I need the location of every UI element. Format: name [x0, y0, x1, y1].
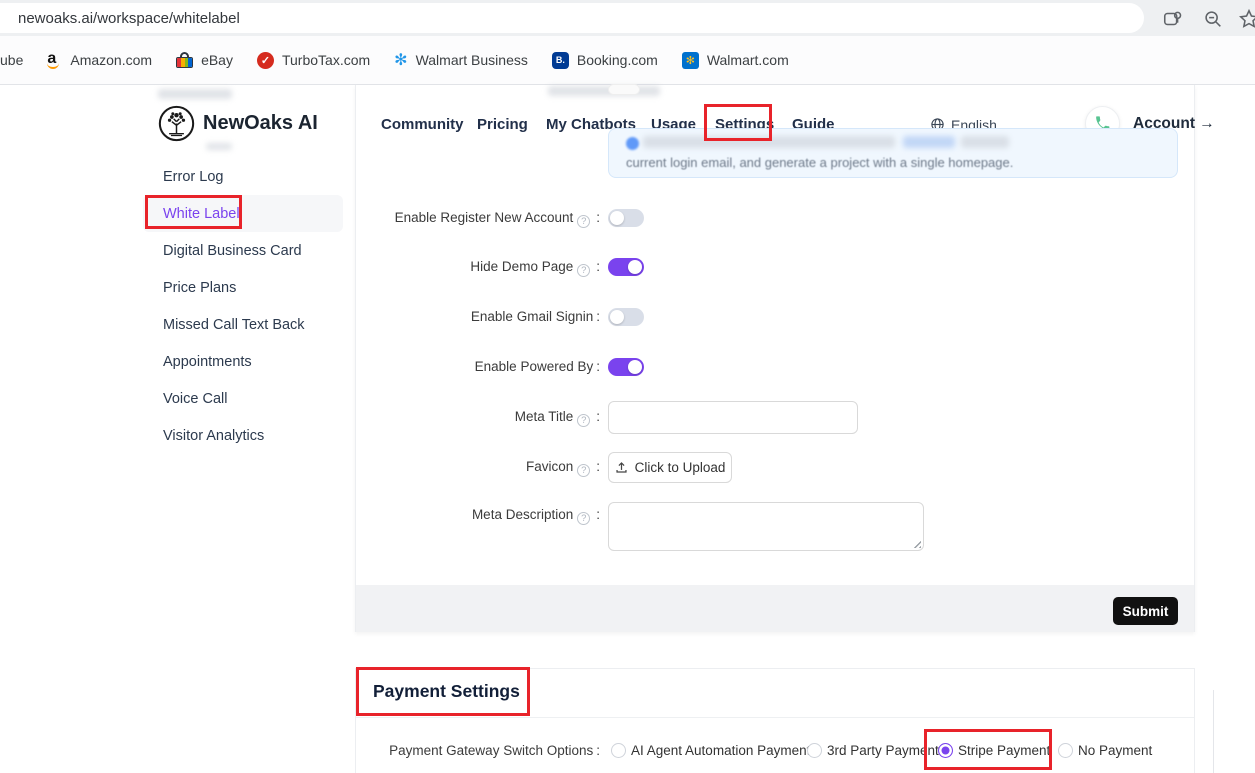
- redacted-text: [548, 86, 660, 96]
- help-icon[interactable]: [577, 215, 590, 228]
- sidebar-item-label: Visitor Analytics: [163, 428, 264, 444]
- info-icon: [626, 137, 639, 150]
- info-alert: current login email, and generate a proj…: [608, 128, 1178, 178]
- radio-label-no-payment[interactable]: No Payment: [1078, 743, 1152, 758]
- sidebar-item-label: Error Log: [163, 169, 223, 185]
- annotation-box-settings: [704, 104, 772, 141]
- tab-pricing[interactable]: Pricing: [477, 116, 528, 133]
- sidebar-item-error-log[interactable]: Error Log: [143, 158, 343, 195]
- bookmark-label: Amazon.com: [70, 52, 152, 68]
- submit-button[interactable]: Submit: [1113, 597, 1178, 625]
- radio-ai-agent-automation-payment[interactable]: [611, 743, 626, 758]
- divider: [356, 717, 1194, 718]
- bookmark-youtube-partial[interactable]: ube: [0, 52, 23, 68]
- radio-no-payment[interactable]: [1058, 743, 1073, 758]
- turbotax-icon: [257, 52, 274, 69]
- label-favicon: Favicon:: [260, 459, 600, 477]
- label-payment-gateway-options: Payment Gateway Switch Options:: [320, 743, 600, 758]
- meta-title-input[interactable]: [608, 401, 858, 434]
- label-enable-powered-by: Enable Powered By:: [260, 359, 600, 374]
- bookmark-label: eBay: [201, 52, 233, 68]
- bookmark-label: ube: [0, 52, 23, 68]
- bookmark-walmart-business[interactable]: ✻ Walmart Business: [394, 52, 528, 69]
- zoom-out-icon[interactable]: [1202, 8, 1224, 30]
- sidebar-item-label: Appointments: [163, 354, 252, 370]
- favorite-star-icon[interactable]: [1238, 8, 1255, 30]
- annotation-box-stripe-payment: [924, 729, 1052, 770]
- upload-icon: [615, 461, 628, 474]
- address-bar[interactable]: newoaks.ai/workspace/whitelabel: [0, 3, 1144, 33]
- ebay-icon: [176, 52, 193, 68]
- redacted-link: [903, 136, 955, 148]
- bookmark-ebay[interactable]: eBay: [176, 52, 233, 68]
- label-meta-description: Meta Description:: [260, 507, 600, 525]
- bookmark-label: Walmart Business: [416, 52, 528, 68]
- favicon-upload-button[interactable]: Click to Upload: [608, 452, 732, 483]
- newoaks-logo: [158, 105, 195, 142]
- bookmark-booking[interactable]: B. Booking.com: [552, 52, 658, 69]
- bookmark-label: Booking.com: [577, 52, 658, 68]
- label-hide-demo-page: Hide Demo Page:: [260, 259, 600, 277]
- url-text: newoaks.ai/workspace/whitelabel: [18, 10, 240, 27]
- sidebar-item-label: Digital Business Card: [163, 243, 302, 259]
- sidebar-item-label: Voice Call: [163, 391, 227, 407]
- booking-icon: B.: [552, 52, 569, 69]
- label-enable-gmail-signin: Enable Gmail Signin:: [260, 309, 600, 324]
- bookmark-label: Walmart.com: [707, 52, 789, 68]
- bookmark-amazon[interactable]: a Amazon.com: [47, 51, 152, 69]
- help-icon[interactable]: [577, 464, 590, 477]
- annotation-box-white-label: [145, 195, 242, 229]
- walmart-icon: ✻: [682, 52, 699, 69]
- scroll-track: [1213, 690, 1214, 773]
- radio-label-ai-agent-automation-payment[interactable]: AI Agent Automation Payment: [631, 743, 810, 758]
- help-icon[interactable]: [577, 512, 590, 525]
- address-bar-row: newoaks.ai/workspace/whitelabel: [0, 0, 1255, 36]
- help-icon[interactable]: [577, 264, 590, 277]
- toggle-enable-register-new-account[interactable]: [608, 209, 644, 227]
- radio-label-3rd-party-payment[interactable]: 3rd Party Payment: [827, 743, 939, 758]
- resize-handle[interactable]: [911, 538, 921, 548]
- toggle-enable-gmail-signin[interactable]: [608, 308, 644, 326]
- tab-community[interactable]: Community: [381, 116, 464, 133]
- bookmark-turbotax[interactable]: TurboTax.com: [257, 52, 370, 69]
- radio-3rd-party-payment[interactable]: [807, 743, 822, 758]
- brand-title: NewOaks AI: [203, 112, 318, 135]
- alert-text: current login email, and generate a proj…: [626, 155, 1013, 170]
- browser-window: newoaks.ai/workspace/whitelabel ube a Am…: [0, 0, 1255, 773]
- meta-description-textarea[interactable]: [608, 502, 924, 551]
- label-meta-title: Meta Title:: [260, 409, 600, 427]
- cut-off-toggle: [608, 84, 640, 95]
- walmart-spark-icon: ✻: [394, 52, 407, 69]
- redacted-text: [158, 89, 232, 99]
- toggle-enable-powered-by[interactable]: [608, 358, 644, 376]
- redacted-text: [206, 143, 232, 150]
- toggle-hide-demo-page[interactable]: [608, 258, 644, 276]
- bookmarks-bar: ube a Amazon.com eBay TurboTax.com ✻ Wal…: [0, 36, 1255, 85]
- upload-button-label: Click to Upload: [635, 460, 726, 475]
- label-enable-register-new-account: Enable Register New Account:: [260, 210, 600, 228]
- send-tab-icon[interactable]: [1162, 8, 1184, 30]
- amazon-icon: a: [47, 51, 62, 69]
- bookmark-label: TurboTax.com: [282, 52, 370, 68]
- help-icon[interactable]: [577, 414, 590, 427]
- sidebar-item-label: Price Plans: [163, 280, 236, 296]
- bookmark-walmart[interactable]: ✻ Walmart.com: [682, 52, 789, 69]
- annotation-box-payment-settings: [356, 667, 530, 716]
- redacted-text: [961, 136, 1009, 148]
- card-footer: [356, 585, 1194, 632]
